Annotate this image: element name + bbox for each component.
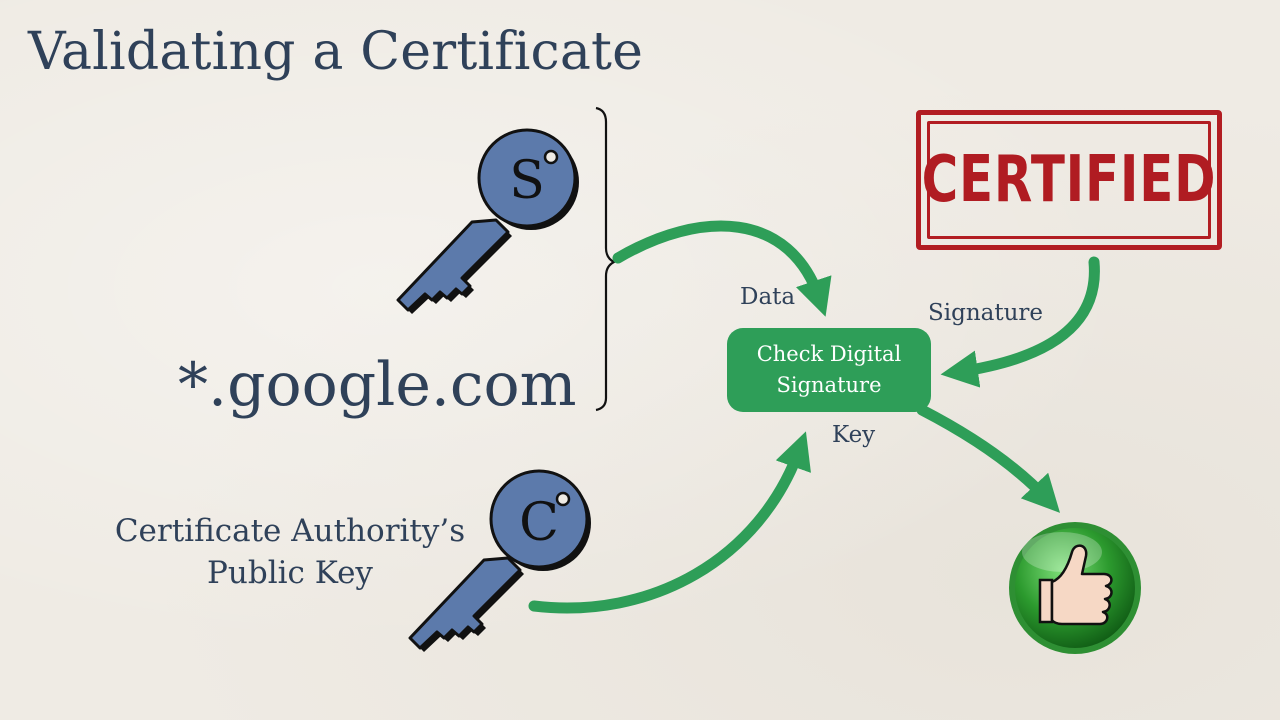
key-edge-label: Key xyxy=(832,422,876,448)
process-line2: Signature xyxy=(776,373,882,397)
certificate-domain-name: *.google.com xyxy=(178,350,577,420)
ca-public-key-label: Certificate Authority’s Public Key xyxy=(100,510,480,594)
server-key-letter: S xyxy=(509,151,545,211)
check-digital-signature-box: Check Digital Signature xyxy=(727,328,931,412)
signature-edge-label: Signature xyxy=(928,300,1044,326)
certified-stamp-text: CERTIFIED xyxy=(921,143,1217,217)
ca-label-line1: Certificate Authority’s xyxy=(114,513,466,549)
ca-label-line2: Public Key xyxy=(207,555,373,591)
certified-stamp-inner: CERTIFIED xyxy=(922,121,1216,239)
ca-key-letter: C xyxy=(519,493,559,553)
data-edge-label: Data xyxy=(740,284,796,310)
slide: Validating a Certificate S C *.google.co… xyxy=(0,0,1280,720)
certified-stamp: CERTIFIED xyxy=(916,110,1222,250)
process-line1: Check Digital xyxy=(756,342,902,366)
